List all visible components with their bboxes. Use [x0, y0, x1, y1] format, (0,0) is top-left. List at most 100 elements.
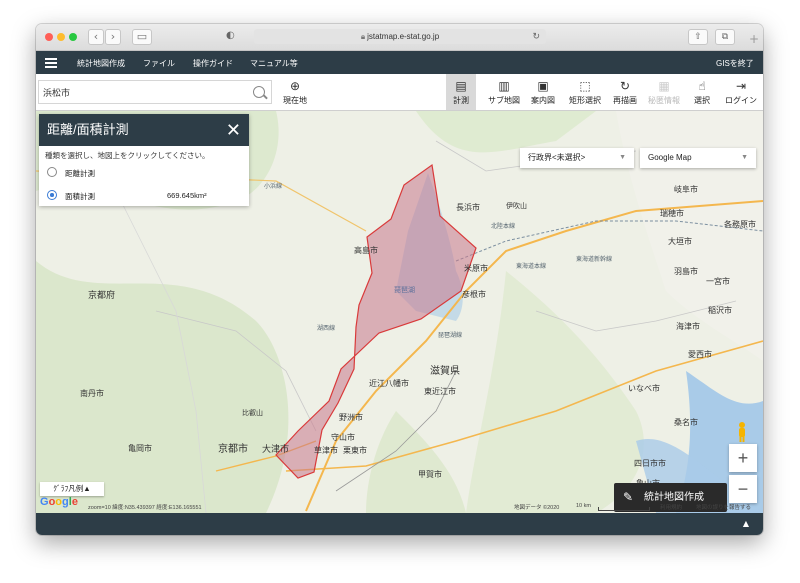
exit-gis-link[interactable]: GISを終了 — [716, 58, 754, 69]
search-icon[interactable] — [253, 86, 265, 98]
scale-bar — [598, 507, 650, 511]
pointer-icon: ☝︎ — [698, 79, 706, 93]
reload-icon[interactable]: ↻ — [532, 29, 540, 44]
current-location-button[interactable]: ⊕ 現在地 — [280, 74, 310, 110]
tool-overview[interactable]: ▣ 案内図 — [526, 74, 560, 110]
map-label: 比叡山 — [242, 410, 263, 417]
map-label: 彦根市 — [462, 290, 486, 299]
map-label: 伊吹山 — [506, 203, 527, 210]
login-icon: ⇥ — [735, 79, 747, 93]
tool-select-label: 選択 — [694, 96, 710, 105]
browser-titlebar: ‹ › ▭ ◐ 🔒︎ jstatmap.e-stat.go.jp ↻ ⇧ ⧉ + — [36, 24, 763, 51]
chevron-down-icon: ▼ — [619, 154, 626, 161]
map-attribution: 地図データ ©2020 — [514, 505, 560, 511]
new-tab-icon[interactable]: + — [749, 32, 759, 46]
admin-boundary-value: 行政界<未選択> — [528, 153, 586, 162]
lock-icon: 🔒︎ — [360, 32, 366, 41]
map-label: 長浜市 — [456, 203, 480, 212]
map-label: 琵琶湖 — [394, 287, 415, 294]
menu-item-file[interactable]: ファイル — [143, 58, 175, 69]
map-label: 海津市 — [676, 322, 700, 331]
terms-link[interactable]: 利用規約 — [660, 503, 682, 511]
map-label: 東海道新幹線 — [576, 257, 613, 263]
map-label: 桑名市 — [674, 418, 698, 427]
tool-rect-select[interactable]: ⬚ 矩形選択 — [564, 74, 606, 110]
map-label: 草津市 — [314, 446, 338, 455]
tabs-overview-icon[interactable]: ⧉ — [715, 29, 735, 45]
crosshair-icon: ⊕ — [289, 79, 301, 93]
search-input[interactable]: 浜松市 — [38, 80, 272, 104]
zoom-in-button[interactable]: + — [729, 444, 757, 472]
tool-select[interactable]: ☝︎ 選択 — [690, 74, 714, 110]
maximize-window-button[interactable] — [69, 33, 77, 41]
map-label: 稲沢市 — [708, 306, 732, 315]
ruler-icon: ▤ — [455, 79, 467, 93]
address-bar[interactable]: 🔒︎ jstatmap.e-stat.go.jp ↻ — [254, 29, 546, 44]
redraw-icon: ↻ — [619, 79, 631, 93]
map-label: 京都市 — [218, 444, 248, 455]
rect-select-icon: ⬚ — [579, 79, 591, 93]
admin-boundary-select[interactable]: 行政界<未選択> ▼ — [520, 148, 634, 168]
map-label: 京都府 — [88, 290, 116, 300]
menu-item-manual[interactable]: マニュアル等 — [250, 58, 298, 69]
share-icon[interactable]: ⇧ — [688, 29, 708, 45]
overview-icon: ▣ — [537, 79, 549, 93]
tool-login[interactable]: ⇥ ログイン — [724, 74, 758, 110]
map-label: いなべ市 — [628, 384, 660, 393]
tool-redraw[interactable]: ↻ 再描画 — [608, 74, 642, 110]
scale-label: 10 km — [576, 503, 591, 509]
radio-area[interactable] — [47, 190, 57, 200]
map-label: 米原市 — [464, 264, 488, 273]
map-canvas[interactable]: 長浜市 伊吹山 高島市 米原市 彦根市 琵琶湖 滋賀県 近江八幡市 東近江市 野洲市 守山市 草津市栗… — [36, 111, 763, 513]
search-input-value: 浜松市 — [43, 88, 71, 98]
sidebar-toggle-icon[interactable]: ▭ — [132, 29, 152, 45]
menu-item-map-create[interactable]: 統計地図作成 — [77, 58, 125, 69]
back-button[interactable]: ‹ — [88, 29, 104, 45]
app-header: 統計地図作成 ファイル 操作ガイド マニュアル等 GISを終了 — [36, 51, 763, 74]
radio-area-label[interactable]: 面積計測 — [65, 191, 95, 202]
tool-sub-map[interactable]: ▥ サブ地図 — [484, 74, 524, 110]
measure-panel: 距離/面積計測 ✕ 種類を選択し、地図上をクリックしてください。 距離計測 面積… — [39, 114, 249, 206]
map-label: 東近江市 — [424, 387, 456, 396]
tool-measure-label: 計測 — [453, 96, 469, 105]
tool-measure[interactable]: ▤ 計測 — [446, 74, 476, 110]
radio-distance-label[interactable]: 距離計測 — [65, 168, 95, 179]
menu-item-guide[interactable]: 操作ガイド — [193, 58, 233, 69]
tool-overview-label: 案内図 — [531, 96, 555, 105]
map-label: 大垣市 — [668, 237, 692, 246]
toolbar: 浜松市 ⊕ 現在地 ▤ 計測 ▥ サブ地図 ▣ 案内図 ⬚ 矩形選択 ↻ 再描画… — [36, 74, 763, 111]
forward-button[interactable]: › — [105, 29, 121, 45]
google-logo: Google — [40, 496, 78, 508]
report-error-link[interactable]: 地図の誤りを報告する — [696, 503, 751, 511]
measure-panel-title: 距離/面積計測 — [47, 122, 129, 137]
expand-up-icon[interactable]: ▲ — [743, 519, 749, 528]
measure-panel-description: 種類を選択し、地図上をクリックしてください。 — [45, 151, 210, 160]
close-window-button[interactable] — [45, 33, 53, 41]
map-label: 甲賀市 — [418, 470, 442, 479]
graph-legend-toggle[interactable]: ｸﾞﾗﾌ凡例▲ — [40, 482, 104, 496]
pegman-icon[interactable] — [735, 421, 749, 443]
tool-secret-info-label: 秘匿情報 — [648, 96, 680, 105]
map-label: 羽島市 — [674, 267, 698, 276]
tool-secret-info: ▦ 秘匿情報 — [644, 74, 684, 110]
close-icon[interactable]: ✕ — [226, 114, 241, 146]
tool-sub-map-label: サブ地図 — [488, 96, 520, 105]
map-status-text: zoom=10 緯度:N35.439397 経度:E136.165551 — [88, 505, 202, 511]
map-label: 各務原市 — [724, 220, 756, 229]
browser-window: ‹ › ▭ ◐ 🔒︎ jstatmap.e-stat.go.jp ↻ ⇧ ⧉ + … — [36, 24, 763, 535]
basemap-select[interactable]: Google Map ▼ — [640, 148, 756, 168]
radio-distance[interactable] — [47, 167, 57, 177]
map-label: 高島市 — [354, 246, 378, 255]
map-label: 北陸本線 — [491, 224, 516, 230]
minimize-window-button[interactable] — [57, 33, 65, 41]
map-label: 栗東市 — [343, 446, 367, 455]
map-label: 大津市 — [262, 444, 290, 454]
privacy-shield-icon[interactable]: ◐ — [226, 30, 236, 42]
chevron-down-icon: ▼ — [741, 154, 748, 161]
map-label: 守山市 — [331, 433, 355, 442]
secret-icon: ▦ — [658, 79, 670, 93]
zoom-out-button[interactable]: − — [729, 475, 757, 503]
map-label: 瑞穂市 — [660, 209, 684, 218]
hamburger-menu-icon[interactable] — [45, 58, 57, 68]
bottom-bar: ▲ — [36, 513, 763, 535]
